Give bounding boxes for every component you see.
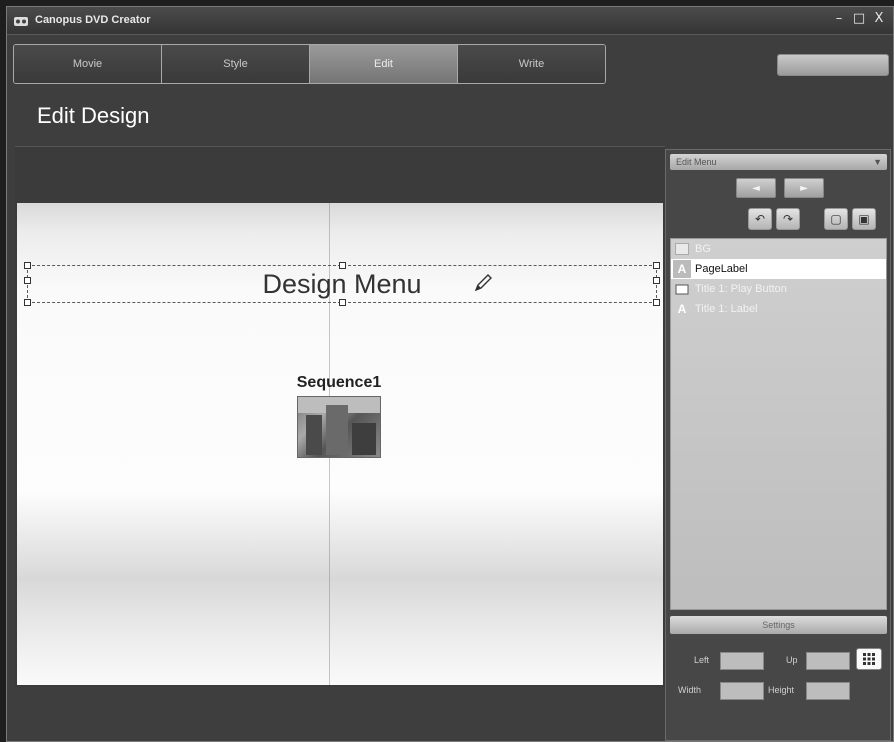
- app-icon: [14, 17, 28, 26]
- layer-list: BG A PageLabel Title 1: Play Button A Ti…: [670, 238, 887, 610]
- settings-row-size: Width Height: [670, 680, 887, 702]
- resize-handle-mr[interactable]: [653, 277, 660, 284]
- resize-handle-tm[interactable]: [339, 262, 346, 269]
- left-field[interactable]: [720, 652, 764, 670]
- minimize-button[interactable]: –: [831, 11, 847, 27]
- sequence-thumbnail[interactable]: [297, 396, 381, 458]
- redo-icon: ↷: [782, 212, 794, 226]
- resize-handle-bm[interactable]: [339, 299, 346, 306]
- layer-label: PageLabel: [695, 263, 748, 275]
- resize-handle-ml[interactable]: [24, 277, 31, 284]
- bottom-strip: [15, 687, 665, 741]
- frame-button[interactable]: ▢: [824, 208, 848, 230]
- window-controls: – □ X: [831, 11, 887, 27]
- pencil-icon: [474, 274, 492, 292]
- app-window: Canopus DVD Creator – □ X Movie Style Ed…: [6, 6, 894, 742]
- grid-icon: [863, 653, 875, 665]
- layer-item-title-label[interactable]: A Title 1: Label: [671, 299, 886, 319]
- title-bar: Canopus DVD Creator – □ X: [7, 7, 893, 35]
- chevron-down-icon: ▼: [873, 157, 882, 167]
- layer-label: BG: [695, 243, 711, 255]
- design-menu-label[interactable]: Design Menu: [28, 266, 656, 302]
- tab-write[interactable]: Write: [458, 45, 605, 83]
- grid-button[interactable]: [856, 648, 882, 670]
- width-label: Width: [678, 685, 702, 695]
- text-icon: A: [677, 302, 687, 316]
- selected-label-box[interactable]: Design Menu: [24, 262, 660, 306]
- layer-item-play-button[interactable]: Title 1: Play Button: [671, 279, 886, 299]
- up-field[interactable]: [806, 652, 850, 670]
- undo-button[interactable]: ↶: [748, 208, 772, 230]
- redo-button[interactable]: ↷: [776, 208, 800, 230]
- resize-handle-br[interactable]: [653, 299, 660, 306]
- button-icon: [673, 280, 691, 298]
- arrow-left-icon: ◄: [752, 182, 760, 194]
- frame-icon: ▢: [830, 212, 842, 226]
- next-button[interactable]: ►: [784, 178, 824, 198]
- safe-area-icon: ▣: [858, 212, 870, 226]
- undo-icon: ↶: [754, 212, 766, 226]
- resize-handle-tr[interactable]: [653, 262, 660, 269]
- tab-style[interactable]: Style: [162, 45, 310, 83]
- tab-edit[interactable]: Edit: [310, 45, 458, 83]
- layer-item-pagelabel[interactable]: A PageLabel: [671, 259, 886, 279]
- sequence-title[interactable]: Sequence1: [239, 374, 439, 392]
- text-icon: A: [673, 260, 691, 278]
- canvas-area: Design Menu Sequence1: [15, 146, 665, 741]
- panel-header-label: Edit Menu: [676, 157, 717, 167]
- edit-panel: Edit Menu ▼ ◄ ► ↶ ↷ ▢ ▣ BG A PageLabel T…: [665, 149, 891, 741]
- close-button[interactable]: X: [871, 11, 887, 27]
- height-field[interactable]: [806, 682, 850, 700]
- preview-button[interactable]: [777, 54, 889, 76]
- settings-header[interactable]: Settings: [670, 616, 887, 634]
- height-label: Height: [768, 685, 795, 695]
- resize-handle-tl[interactable]: [24, 262, 31, 269]
- window-title: Canopus DVD Creator: [35, 14, 151, 26]
- left-label: Left: [694, 655, 710, 665]
- arrow-right-icon: ►: [800, 182, 808, 194]
- width-field[interactable]: [720, 682, 764, 700]
- layer-label: Title 1: Label: [695, 303, 758, 315]
- step-tabs: Movie Style Edit Write: [13, 44, 606, 84]
- background-icon: [673, 240, 691, 258]
- page-title: Edit Design: [37, 103, 150, 128]
- resize-handle-bl[interactable]: [24, 299, 31, 306]
- panel-header-dropdown[interactable]: Edit Menu ▼: [670, 154, 887, 170]
- layer-item-bg[interactable]: BG: [671, 239, 886, 259]
- up-label: Up: [786, 655, 798, 665]
- tab-movie[interactable]: Movie: [14, 45, 162, 83]
- prev-button[interactable]: ◄: [736, 178, 776, 198]
- maximize-button[interactable]: □: [851, 11, 867, 27]
- safe-area-button[interactable]: ▣: [852, 208, 876, 230]
- settings-row-position: Left Up: [670, 650, 887, 672]
- layer-label: Title 1: Play Button: [695, 283, 787, 295]
- menu-canvas[interactable]: Design Menu Sequence1: [17, 203, 663, 685]
